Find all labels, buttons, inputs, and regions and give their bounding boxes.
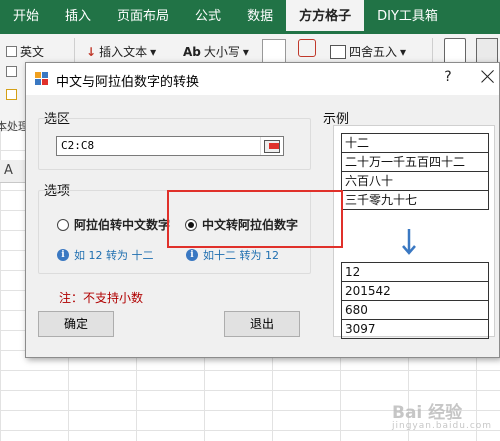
chevron-down-icon: ▾	[242, 44, 249, 59]
ok-button[interactable]: 确定	[38, 311, 114, 337]
example-arabic-cell: 201542	[342, 282, 488, 301]
insert-text-icon: ↓	[86, 44, 97, 59]
english-checkbox[interactable]	[6, 46, 17, 57]
column-header-a[interactable]: A	[4, 163, 13, 178]
example-chinese-cell: 二十万一千五百四十二	[342, 153, 488, 172]
round-button[interactable]: 四舍五入 ▾	[330, 43, 406, 60]
cut-icon-button[interactable]	[298, 39, 316, 57]
checkbox-2[interactable]	[6, 66, 17, 77]
ribbon-tab-bar: 开始 插入 页面布局 公式 数据 方方格子 DIY工具箱	[0, 0, 500, 34]
chevron-down-icon: ▾	[150, 44, 157, 59]
hint-arabic-to-chinese: i 如 12 转为 十二	[57, 247, 154, 263]
radio-arabic-to-chinese[interactable]	[57, 218, 69, 231]
function-icon	[262, 39, 286, 63]
case-button[interactable]: Ab 大小写 ▾	[183, 43, 249, 60]
hint-chinese-to-arabic-text: 如十二 转为 12	[203, 249, 279, 262]
tab-home[interactable]: 开始	[0, 0, 52, 34]
checkbox-3[interactable]	[6, 89, 17, 100]
english-label: 英文	[20, 45, 45, 59]
example-arabic-cell: 680	[342, 301, 488, 320]
ribbon-checkbox[interactable]	[6, 66, 17, 77]
example-arabic-cell: 3097	[345, 322, 376, 336]
watermark-sub: jingyan.baidu.com	[392, 421, 493, 431]
tab-diy-toolbox[interactable]: DIY工具箱	[364, 0, 451, 34]
option-arabic-to-chinese-label: 阿拉伯转中文数字	[74, 218, 171, 232]
hint-chinese-to-arabic: i 如十二 转为 12	[186, 247, 279, 263]
close-icon[interactable]	[480, 68, 496, 84]
example-chinese-table: 十二 二十万一千五百四十二 六百八十 三千零九十七	[341, 133, 489, 210]
option-arabic-to-chinese[interactable]: 阿拉伯转中文数字	[57, 216, 170, 233]
ribbon-checkbox[interactable]	[6, 89, 17, 100]
tab-formulas[interactable]: 公式	[182, 0, 234, 34]
example-arabic-cell: 12	[342, 263, 488, 282]
range-picker-icon-accent	[269, 143, 279, 149]
cut-icon	[298, 39, 316, 57]
tab-page-layout[interactable]: 页面布局	[104, 0, 182, 34]
decimal-note: 注：不支持小数	[59, 291, 144, 305]
insert-text-button[interactable]: ↓ 插入文本 ▾	[86, 43, 156, 60]
example-chinese-cell: 三千零九十七	[345, 193, 418, 207]
dialog-title: 中文与阿拉伯数字的转换	[56, 75, 200, 90]
tab-insert[interactable]: 插入	[52, 0, 104, 34]
round-icon	[330, 44, 346, 59]
range-input[interactable]: C2:C8	[56, 136, 284, 156]
case-icon: Ab	[183, 44, 201, 59]
info-icon: i	[186, 249, 198, 261]
example-chinese-cell: 六百八十	[342, 172, 488, 191]
info-icon: i	[57, 249, 69, 261]
dialog-titlebar[interactable]: 中文与阿拉伯数字的转换 ?	[26, 63, 499, 95]
english-checkbox-item[interactable]: 英文	[6, 43, 44, 60]
example-chinese-cell: 十二	[342, 134, 488, 153]
range-picker-button[interactable]	[260, 137, 283, 155]
hint-arabic-to-chinese-text: 如 12 转为 十二	[74, 249, 154, 262]
app-icon	[35, 72, 49, 86]
example-panel: 十二 二十万一千五百四十二 六百八十 三千零九十七 12 201542 680 …	[333, 125, 495, 339]
exit-button[interactable]: 退出	[224, 311, 300, 337]
example-arabic-table: 12 201542 680 3097	[341, 262, 489, 339]
round-label: 四舍五入	[349, 45, 398, 59]
function-icon-button[interactable]	[262, 39, 286, 63]
case-label: 大小写	[203, 45, 240, 59]
highlight-annotation	[167, 190, 343, 248]
watermark-text: Bai 经验	[392, 403, 463, 423]
watermark: Bai 经验 jingyan.baidu.com	[392, 398, 492, 431]
tab-data[interactable]: 数据	[234, 0, 286, 34]
chevron-down-icon: ▾	[400, 44, 407, 59]
arrow-down-icon	[402, 229, 416, 255]
convert-dialog: 中文与阿拉伯数字的转换 ? 选区 C2:C8 选项 阿拉伯转中文数字 中文转阿拉…	[25, 62, 500, 358]
help-button[interactable]: ?	[438, 69, 458, 85]
tab-fangfanggezi[interactable]: 方方格子	[286, 0, 365, 34]
insert-text-label: 插入文本	[99, 45, 148, 59]
